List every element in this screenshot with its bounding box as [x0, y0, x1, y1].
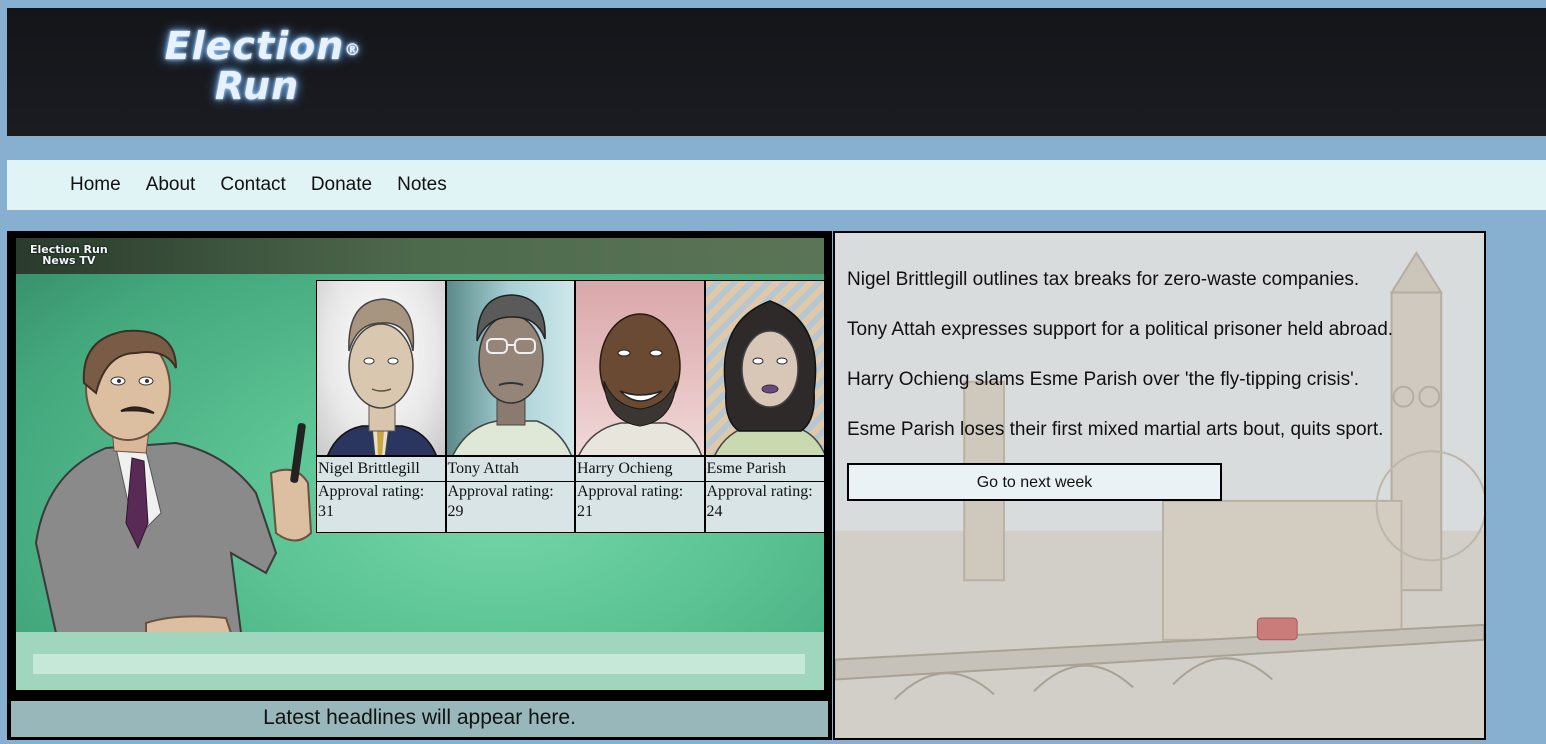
news-item: Nigel Brittlegill outlines tax breaks fo… [847, 269, 1360, 290]
tv-channel-logo: Election Run News TV [30, 244, 108, 266]
portrait-tony-attah [451, 294, 572, 455]
rating-label: Approval rating: [447, 483, 554, 500]
portrait-esme-parish [713, 300, 824, 455]
news-anchor-illustration [34, 329, 313, 633]
candidate-portrait [576, 281, 704, 457]
candidate-name: Tony Attah [446, 457, 574, 482]
site-logo[interactable]: Election® Run [103, 26, 423, 126]
candidate-rating: Approval rating: 24 [706, 482, 825, 522]
rating-value: 29 [447, 503, 464, 520]
news-item: Tony Attah expresses support for a polit… [847, 319, 1394, 340]
news-item: Esme Parish loses their first mixed mart… [847, 419, 1384, 440]
game-panel: Election Run News TV Nigel Brittlegill A… [7, 231, 832, 740]
logo-registered-mark: ® [344, 40, 362, 59]
tv-ticker-bar [33, 654, 805, 674]
rating-value: 24 [706, 503, 723, 520]
news-content: Nigel Brittlegill outlines tax breaks fo… [847, 267, 1467, 501]
headline-bar: Latest headlines will appear here. [9, 699, 830, 739]
tv-top-bar [16, 238, 824, 274]
rating-value: 31 [318, 503, 334, 520]
candidate-card[interactable]: Nigel Brittlegill Approval rating: 31 [316, 280, 446, 533]
candidate-card[interactable]: Harry Ochieng Approval rating: 21 [575, 280, 705, 533]
nav-notes-link[interactable]: Notes [397, 174, 447, 196]
news-panel: Nigel Brittlegill outlines tax breaks fo… [833, 231, 1486, 740]
candidate-portrait [446, 281, 574, 457]
rating-label: Approval rating: [577, 483, 684, 500]
news-item: Harry Ochieng slams Esme Parish over 'th… [847, 369, 1359, 390]
portrait-harry-ochieng [578, 313, 703, 455]
candidate-name: Harry Ochieng [576, 457, 704, 482]
candidate-rating: Approval rating: 21 [576, 482, 704, 522]
candidate-rating: Approval rating: 31 [317, 482, 445, 522]
nav-contact-link[interactable]: Contact [220, 174, 285, 196]
next-week-button[interactable]: Go to next week [847, 463, 1222, 501]
tv-logo-line2: News TV [42, 254, 96, 267]
candidate-portrait [317, 281, 445, 457]
candidate-card[interactable]: Esme Parish Approval rating: 24 [704, 280, 825, 533]
logo-line2: Run [214, 64, 300, 108]
candidate-card[interactable]: Tony Attah Approval rating: 29 [445, 280, 575, 533]
portrait-nigel-brittlegill [327, 298, 437, 455]
site-header: Election® Run [7, 8, 1546, 136]
news-tv-screen: Election Run News TV Nigel Brittlegill A… [16, 238, 824, 690]
candidate-portrait [705, 281, 824, 457]
main-nav: Home About Contact Donate Notes [7, 160, 1546, 210]
candidate-cards: Nigel Brittlegill Approval rating: 31 To… [316, 280, 824, 533]
nav-home-link[interactable]: Home [70, 174, 121, 196]
candidate-rating: Approval rating: 29 [447, 482, 575, 522]
rating-label: Approval rating: [706, 483, 813, 500]
rating-value: 21 [577, 503, 593, 520]
rating-label: Approval rating: [318, 483, 425, 500]
logo-line1: Election [164, 24, 345, 68]
candidate-name: Nigel Brittlegill [317, 457, 445, 482]
nav-donate-link[interactable]: Donate [311, 174, 372, 196]
nav-about-link[interactable]: About [146, 174, 196, 196]
candidate-name: Esme Parish [705, 457, 824, 482]
